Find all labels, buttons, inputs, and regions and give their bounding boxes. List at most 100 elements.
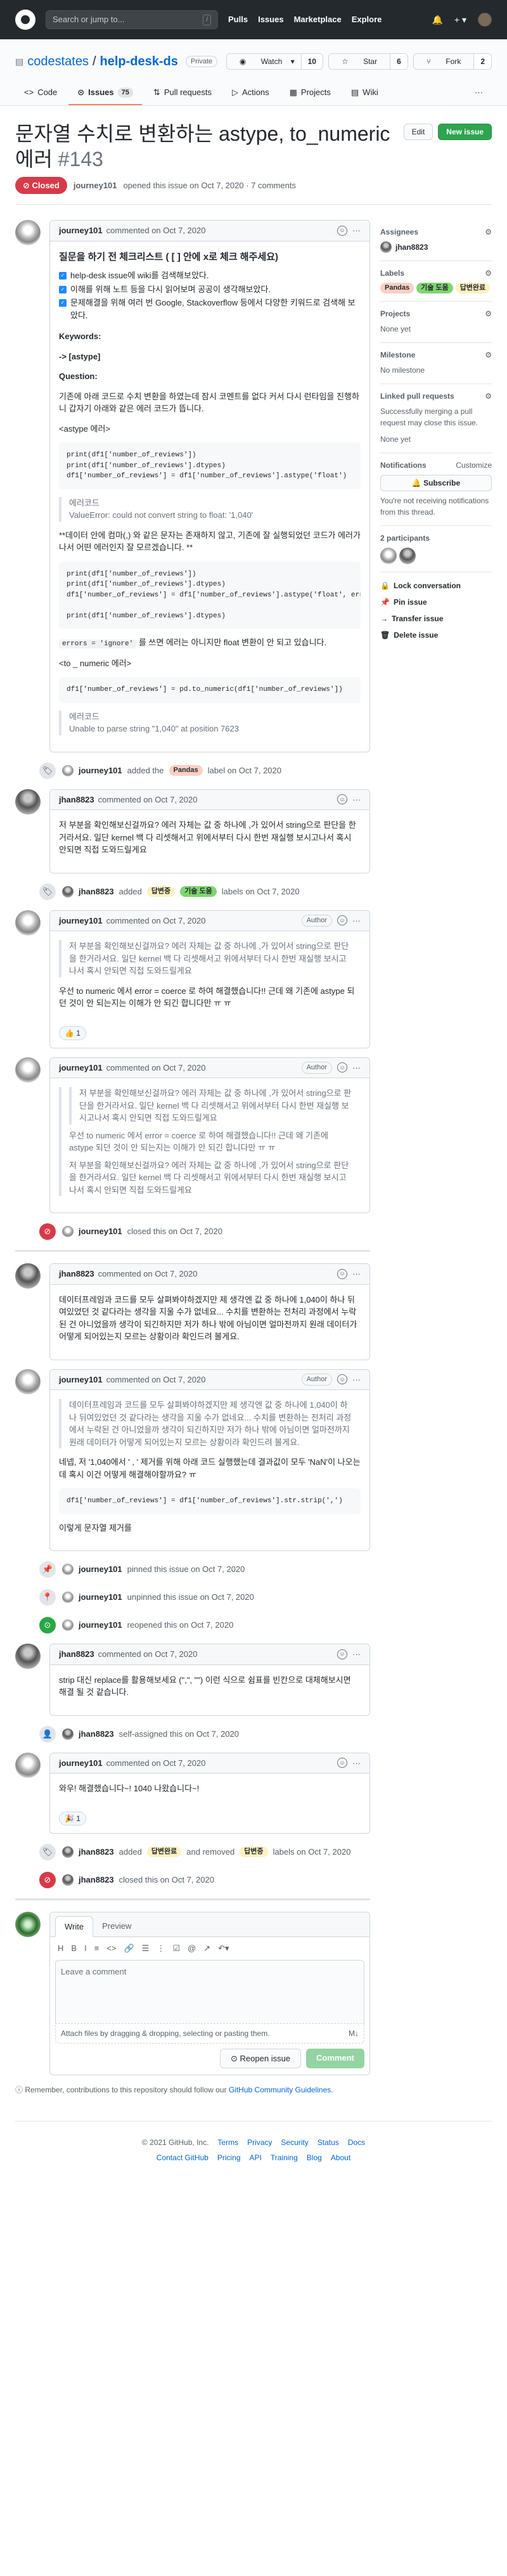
bell-icon[interactable]: 🔔 — [432, 13, 442, 27]
edit-button[interactable]: Edit — [403, 123, 433, 140]
comment-timestamp[interactable]: commented on Oct 7, 2020 — [98, 1268, 198, 1280]
event-user[interactable]: jhan8823 — [79, 886, 114, 898]
emoji-reaction-icon[interactable]: ☺ — [337, 1758, 347, 1768]
issue-author[interactable]: journey101 — [74, 179, 117, 192]
footer-link-security[interactable]: Security — [281, 2137, 308, 2148]
footer-link-api[interactable]: API — [250, 2152, 262, 2163]
linked-prs-header[interactable]: Linked pull requests ⚙ — [380, 390, 492, 402]
labels-header[interactable]: Labels ⚙ — [380, 267, 492, 279]
kebab-menu-icon[interactable]: ··· — [352, 1374, 361, 1386]
avatar[interactable] — [62, 1620, 74, 1631]
write-tab[interactable]: Write — [55, 1916, 94, 1937]
avatar[interactable] — [15, 1263, 41, 1289]
kebab-menu-icon[interactable]: ··· — [352, 1062, 361, 1074]
comment-author[interactable]: journey101 — [59, 224, 103, 237]
comment-timestamp[interactable]: commented on Oct 7, 2020 — [98, 1648, 198, 1661]
footer-link-contact[interactable]: Contact GitHub — [157, 2152, 209, 2163]
star-button[interactable]: ☆ Star 6 — [328, 53, 408, 70]
reply-icon[interactable]: ↶▾ — [218, 1942, 229, 1955]
kebab-menu-icon[interactable]: ··· — [352, 1757, 361, 1770]
search-input[interactable]: Search or jump to... / — [46, 10, 218, 29]
kebab-menu-icon[interactable]: ··· — [352, 1268, 361, 1280]
cross-reference-icon[interactable]: ↗ — [203, 1942, 210, 1955]
star-count[interactable]: 6 — [390, 54, 408, 69]
kebab-menu-icon[interactable]: ··· — [352, 794, 361, 806]
hooray-reaction[interactable]: 🎉 1 — [59, 1811, 86, 1826]
avatar[interactable] — [15, 1752, 41, 1778]
emoji-reaction-icon[interactable]: ☺ — [337, 225, 347, 236]
kebab-menu-icon[interactable]: ··· — [352, 915, 361, 927]
assignees-header[interactable]: Assignees ⚙ — [380, 226, 492, 238]
gear-icon[interactable]: ⚙ — [485, 267, 492, 279]
comment-author[interactable]: journey101 — [59, 1062, 103, 1074]
tab-code[interactable]: <> Code — [15, 81, 66, 105]
comment-textarea[interactable]: Leave a comment — [55, 1959, 364, 2023]
event-user[interactable]: jhan8823 — [79, 1728, 114, 1741]
avatar[interactable] — [62, 1592, 74, 1603]
reopen-issue-button[interactable]: ⊙ Reopen issue — [220, 2048, 302, 2068]
label-pandas[interactable]: Pandas — [169, 765, 203, 776]
footer-link-pricing[interactable]: Pricing — [217, 2152, 241, 2163]
event-user[interactable]: journey101 — [79, 1591, 122, 1604]
nav-pulls[interactable]: Pulls — [228, 13, 248, 26]
footer-link-terms[interactable]: Terms — [217, 2137, 238, 2148]
pin-issue-button[interactable]: 📌 Pin issue — [380, 594, 492, 610]
kebab-menu-icon[interactable]: ··· — [352, 224, 361, 237]
github-logo-icon[interactable] — [15, 10, 35, 30]
code-icon[interactable]: <> — [106, 1942, 116, 1955]
repo-owner-link[interactable]: codestates — [27, 52, 89, 71]
event-user[interactable]: journey101 — [79, 1563, 122, 1576]
comment-author[interactable]: journey101 — [59, 1374, 103, 1386]
gear-icon[interactable]: ⚙ — [485, 349, 492, 361]
avatar[interactable] — [15, 1911, 41, 1937]
avatar[interactable] — [15, 910, 41, 936]
checkbox-checked-icon[interactable]: ✓ — [59, 272, 67, 280]
footer-link-status[interactable]: Status — [318, 2137, 339, 2148]
user-avatar[interactable] — [478, 13, 492, 27]
avatar[interactable] — [15, 1057, 41, 1083]
watch-count[interactable]: 10 — [300, 54, 323, 69]
avatar[interactable] — [62, 1728, 74, 1740]
link-icon[interactable]: 🔗 — [124, 1942, 134, 1955]
attach-files-area[interactable]: Attach files by dragging & dropping, sel… — [55, 2023, 364, 2044]
bullet-list-icon[interactable]: ☰ — [142, 1942, 150, 1955]
comment-timestamp[interactable]: commented on Oct 7, 2020 — [106, 1062, 206, 1074]
participant-avatar[interactable] — [380, 547, 397, 564]
comment-timestamp[interactable]: commented on Oct 7, 2020 — [106, 1757, 206, 1770]
plus-dropdown-icon[interactable]: + ▾ — [454, 13, 466, 27]
fork-count[interactable]: 2 — [473, 54, 491, 69]
new-issue-button[interactable]: New issue — [438, 123, 492, 140]
footer-link-training[interactable]: Training — [271, 2152, 298, 2163]
delete-issue-button[interactable]: 🗑 Delete issue — [380, 627, 492, 643]
event-user[interactable]: journey101 — [79, 764, 122, 777]
emoji-reaction-icon[interactable]: ☺ — [337, 1374, 347, 1385]
label-tech-help[interactable]: 기술 도움 — [416, 283, 453, 293]
nav-marketplace[interactable]: Marketplace — [294, 13, 342, 26]
milestone-header[interactable]: Milestone ⚙ — [380, 349, 492, 361]
nav-issues[interactable]: Issues — [258, 13, 283, 26]
fork-button[interactable]: ⑂ Fork 2 — [413, 53, 492, 70]
comment-timestamp[interactable]: commented on Oct 7, 2020 — [98, 794, 198, 806]
tab-actions[interactable]: ▷ Actions — [223, 81, 278, 105]
gear-icon[interactable]: ⚙ — [485, 390, 492, 402]
avatar[interactable] — [15, 1644, 41, 1669]
avatar[interactable] — [62, 764, 74, 776]
comment-author[interactable]: jhan8823 — [59, 1268, 94, 1280]
tab-pull-requests[interactable]: ⇅ Pull requests — [144, 81, 221, 105]
markdown-icon[interactable]: M↓ — [349, 2028, 359, 2039]
comment-author[interactable]: journey101 — [59, 1757, 103, 1770]
emoji-reaction-icon[interactable]: ☺ — [337, 915, 347, 926]
tab-projects[interactable]: ▦ Projects — [281, 81, 340, 105]
participant-avatar[interactable] — [399, 547, 416, 564]
avatar[interactable] — [62, 886, 74, 898]
comment-timestamp[interactable]: commented on Oct 7, 2020 — [106, 224, 206, 237]
subscribe-button[interactable]: 🔔 Subscribe — [380, 474, 492, 491]
tab-issues[interactable]: ⊙ Issues 75 — [68, 81, 142, 105]
avatar[interactable] — [15, 789, 41, 815]
guidelines-link[interactable]: GitHub Community Guidelines — [229, 2085, 331, 2094]
avatar[interactable] — [15, 1368, 41, 1394]
label-answer-done[interactable]: 답변완료 — [455, 283, 491, 293]
italic-icon[interactable]: I — [84, 1942, 87, 1955]
avatar[interactable] — [62, 1564, 74, 1575]
bold-icon[interactable]: B — [71, 1942, 77, 1955]
